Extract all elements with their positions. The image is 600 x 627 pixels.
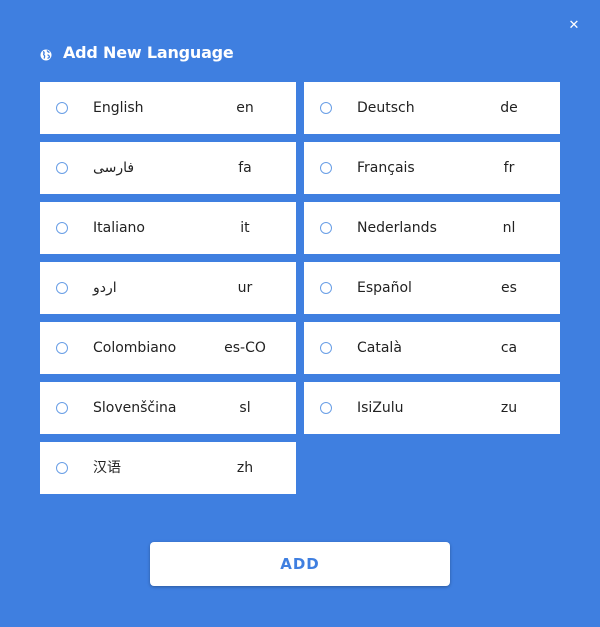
- radio-button[interactable]: [320, 282, 332, 294]
- language-name: Slovenščina: [93, 400, 177, 416]
- language-option-zu[interactable]: IsiZulu zu: [304, 382, 560, 434]
- radio-button[interactable]: [56, 162, 68, 174]
- language-name: Colombiano: [93, 340, 177, 356]
- radio-button[interactable]: [56, 282, 68, 294]
- radio-button[interactable]: [320, 162, 332, 174]
- language-name: Nederlands: [357, 220, 437, 236]
- language-name: IsiZulu: [357, 400, 404, 416]
- language-option-it[interactable]: Italiano it: [40, 202, 296, 254]
- close-icon[interactable]: ✕: [566, 18, 582, 34]
- add-button[interactable]: ADD: [150, 542, 450, 586]
- language-code: fr: [503, 160, 515, 176]
- language-code: it: [240, 220, 250, 236]
- radio-button[interactable]: [56, 402, 68, 414]
- language-option-es[interactable]: Español es: [304, 262, 560, 314]
- language-option-en[interactable]: English en: [40, 82, 296, 134]
- language-code: es-CO: [224, 340, 266, 356]
- radio-button[interactable]: [56, 462, 68, 474]
- language-option-ca[interactable]: Català ca: [304, 322, 560, 374]
- radio-button[interactable]: [320, 102, 332, 114]
- language-code: zu: [500, 400, 518, 416]
- language-option-ur[interactable]: اردو ur: [40, 262, 296, 314]
- language-code: zh: [236, 460, 254, 476]
- language-option-zh[interactable]: 汉语 zh: [40, 442, 296, 494]
- language-option-fa[interactable]: فارسی fa: [40, 142, 296, 194]
- language-name: Català: [357, 340, 402, 356]
- dialog-title: Add New Language: [40, 41, 234, 63]
- language-code: nl: [502, 220, 516, 236]
- language-name: English: [93, 100, 144, 116]
- language-option-de[interactable]: Deutsch de: [304, 82, 560, 134]
- globe-icon: [40, 46, 52, 61]
- radio-button[interactable]: [56, 222, 68, 234]
- language-name: Deutsch: [357, 100, 415, 116]
- language-name: Français: [357, 160, 415, 176]
- language-grid: English en Deutsch de فارسی fa Français fr I…: [40, 82, 560, 494]
- language-option-sl[interactable]: Slovenščina sl: [40, 382, 296, 434]
- radio-button[interactable]: [320, 222, 332, 234]
- language-option-fr[interactable]: Français fr: [304, 142, 560, 194]
- radio-button[interactable]: [320, 342, 332, 354]
- language-name: Español: [357, 280, 412, 296]
- language-name: Italiano: [93, 220, 145, 236]
- radio-button[interactable]: [56, 342, 68, 354]
- radio-button[interactable]: [56, 102, 68, 114]
- language-name: 汉语: [93, 460, 121, 476]
- language-name: فارسی: [93, 160, 135, 176]
- language-code: ca: [500, 340, 518, 356]
- language-code: sl: [239, 400, 251, 416]
- language-code: es: [501, 280, 517, 296]
- language-code: de: [500, 100, 518, 116]
- language-option-nl[interactable]: Nederlands nl: [304, 202, 560, 254]
- language-code: fa: [238, 160, 252, 176]
- dialog-title-text: Add New Language: [63, 42, 234, 62]
- language-code: en: [236, 100, 254, 116]
- radio-button[interactable]: [320, 402, 332, 414]
- language-option-es-co[interactable]: Colombiano es-CO: [40, 322, 296, 374]
- language-code: ur: [237, 280, 253, 296]
- language-name: اردو: [93, 280, 117, 296]
